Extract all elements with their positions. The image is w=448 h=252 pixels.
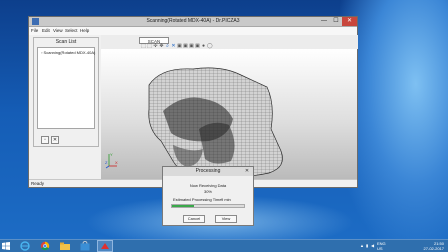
title-bar[interactable]: Scanning(Rotated MDX-40A) - Dr.PICZA3 — … bbox=[29, 17, 357, 27]
panel-delete-button[interactable]: ✕ bbox=[51, 136, 59, 144]
mesh-render bbox=[148, 67, 283, 177]
scan-list-panel: Scan List ▫ Scanning(Rotated MDX-40A) ▫ … bbox=[33, 37, 99, 147]
progress-bar bbox=[171, 204, 245, 208]
language-region: US bbox=[377, 246, 383, 251]
close-button[interactable]: ✕ bbox=[342, 17, 357, 26]
menu-select[interactable]: Select bbox=[65, 28, 78, 33]
menu-view[interactable]: View bbox=[53, 28, 63, 33]
axis-z-label: Z bbox=[105, 160, 108, 165]
store-icon[interactable] bbox=[78, 241, 92, 251]
view-button[interactable]: View bbox=[215, 215, 237, 223]
progress-fill bbox=[172, 205, 194, 207]
axis-y-label: Y bbox=[110, 152, 113, 157]
list-item[interactable]: ▫ Scanning(Rotated MDX-40A) bbox=[41, 50, 95, 55]
axis-gizmo: Y X Z bbox=[105, 152, 118, 169]
dialog-title: Processing bbox=[195, 168, 221, 174]
drpicza-icon[interactable] bbox=[97, 240, 113, 252]
minimize-button[interactable]: — bbox=[319, 17, 329, 26]
dialog-close-button[interactable]: ✕ bbox=[241, 167, 253, 175]
clock-date: 27-02-2017 bbox=[423, 246, 444, 251]
dialog-title-bar[interactable]: Processing ✕ bbox=[163, 167, 253, 176]
menu-bar: File Edit View Select Help bbox=[29, 27, 357, 35]
dialog-message: Now Receiving Data bbox=[189, 183, 227, 188]
window-title: Scanning(Rotated MDX-40A) - Dr.PICZA3 bbox=[146, 18, 240, 24]
toolbar: SCAN ⬚ ⬚ ✣ ✥ ⌕ ✕ ▣ ▣ ▣ ▣ ● ◯ bbox=[101, 35, 358, 49]
windows-start-icon[interactable] bbox=[2, 242, 10, 250]
scan-list[interactable]: ▫ Scanning(Rotated MDX-40A) bbox=[37, 47, 95, 129]
explorer-icon[interactable] bbox=[58, 241, 72, 251]
processing-dialog: Processing ✕ Now Receiving Data 30% Esti… bbox=[162, 166, 254, 226]
3d-viewport[interactable]: Y X Z bbox=[101, 49, 357, 181]
volume-icon[interactable]: ◀ bbox=[371, 243, 374, 248]
language-indicator[interactable]: ENG US bbox=[377, 241, 386, 251]
ie-icon[interactable] bbox=[18, 241, 32, 251]
cancel-button[interactable]: Cancel bbox=[183, 215, 205, 223]
menu-edit[interactable]: Edit bbox=[42, 28, 50, 33]
tray-up-arrow-icon[interactable]: ▲ bbox=[360, 243, 364, 248]
network-icon[interactable]: ▮ bbox=[366, 243, 368, 248]
dialog-percent: 30% bbox=[203, 189, 212, 194]
system-tray: ▲ ▮ ◀ ENG US 21:50 27-02-2017 bbox=[360, 241, 446, 252]
app-window: Scanning(Rotated MDX-40A) - Dr.PICZA3 — … bbox=[28, 16, 358, 188]
maximize-button[interactable]: ☐ bbox=[331, 17, 341, 26]
chrome-icon[interactable] bbox=[38, 241, 52, 251]
status-text: Ready bbox=[31, 181, 45, 186]
menu-file[interactable]: File bbox=[31, 28, 38, 33]
axis-x-label: X bbox=[115, 160, 118, 165]
estimated-time-label: Estimated Processing Time bbox=[173, 197, 222, 202]
scan-item-icon: ▫ bbox=[41, 50, 43, 55]
panel-info-button[interactable]: ▫ bbox=[41, 136, 49, 144]
menu-help[interactable]: Help bbox=[80, 28, 89, 33]
clock[interactable]: 21:50 27-02-2017 bbox=[424, 241, 444, 251]
taskbar: ▲ ▮ ◀ ENG US 21:50 27-02-2017 bbox=[0, 239, 448, 252]
scan-item-label: Scanning(Rotated MDX-40A) bbox=[43, 50, 96, 55]
scan-list-title: Scan List bbox=[55, 39, 77, 45]
estimated-time-value: 9 min bbox=[221, 197, 231, 202]
